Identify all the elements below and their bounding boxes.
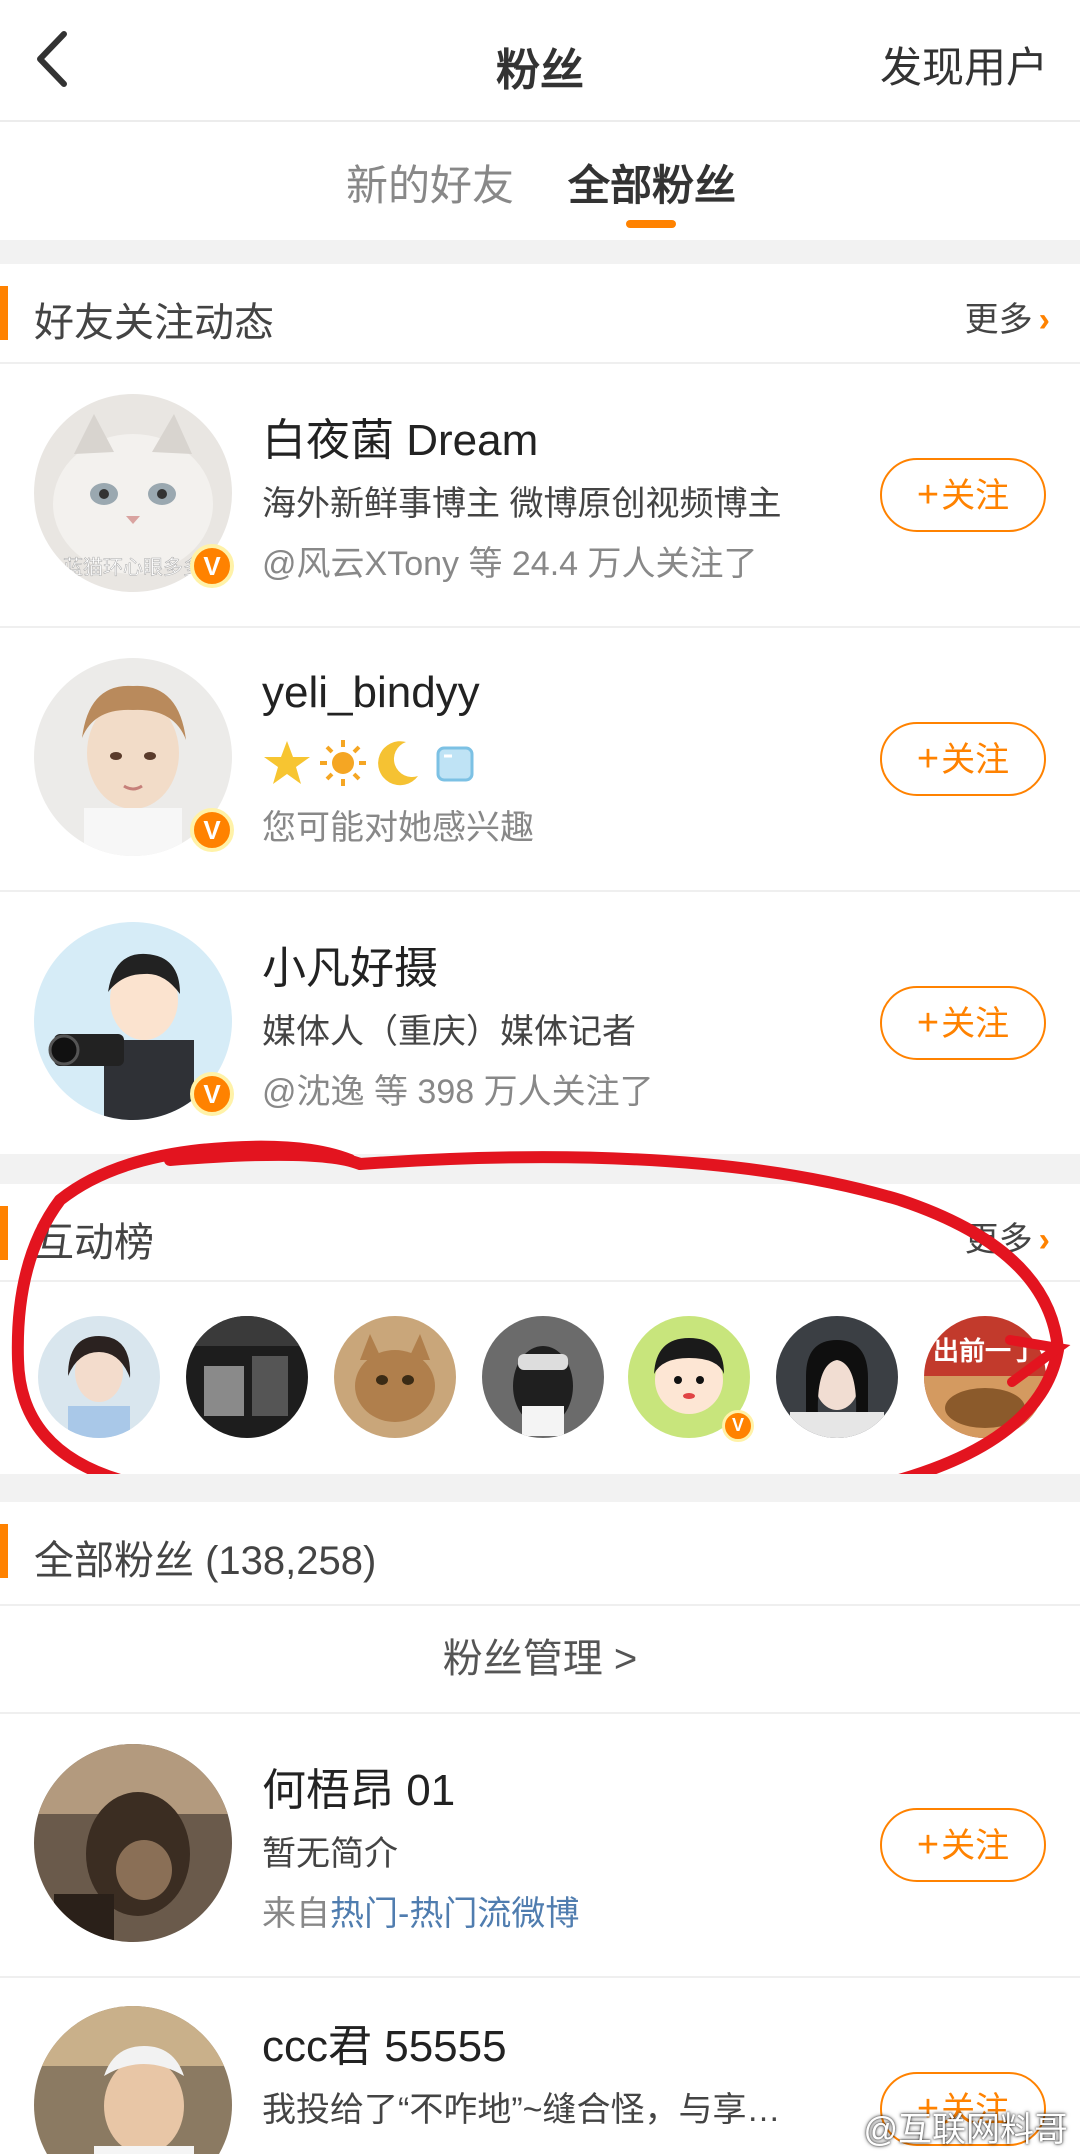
interaction-avatar-list: V 出前一丁 <box>0 1282 1080 1472</box>
user-description: 我投给了“不咋地”~缝合怪，与享… <box>262 2091 781 2129</box>
friend-row[interactable]: V yeli_bindyy 您可能对她感兴趣 +关注 <box>0 628 1080 890</box>
plus-icon: + <box>916 474 940 516</box>
all-fans-title: 全部粉丝 (138,258) <box>34 1539 377 1583</box>
interaction-avatar[interactable] <box>38 1316 160 1438</box>
user-description-emojis <box>262 738 480 794</box>
friend-row[interactable]: V 小凡好摄 媒体人（重庆）媒体记者 @沈逸 等 398 万人关注了 +关注 <box>0 892 1080 1154</box>
interaction-more-link[interactable]: 更多 › <box>965 1212 1050 1261</box>
friends-more-link[interactable]: 更多 › <box>965 292 1050 341</box>
avatar-caption: 蓝猫环心眼多多 <box>63 555 203 579</box>
plus-icon: + <box>916 1002 940 1044</box>
verified-badge-icon: V <box>190 544 234 588</box>
user-name[interactable]: yeli_bindyy <box>262 668 480 718</box>
star-icon <box>264 741 310 784</box>
interaction-avatar[interactable] <box>482 1316 604 1438</box>
verified-badge-icon: V <box>722 1410 754 1442</box>
interaction-ranking-title: 互动榜 <box>34 1221 154 1265</box>
verified-badge-icon: V <box>190 1072 234 1116</box>
fan-row[interactable]: 何梧昂 01 暂无简介 来自热门-热门流微博 +关注 <box>0 1714 1080 1976</box>
tab-all-fans[interactable]: 全部粉丝 <box>568 152 736 213</box>
interaction-avatar[interactable] <box>776 1316 898 1438</box>
tab-new-friends[interactable]: 新的好友 <box>346 152 514 213</box>
discover-users-button[interactable]: 发现用户 <box>880 34 1048 95</box>
user-name[interactable]: ccc君 55555 <box>262 2010 507 2074</box>
more-label: 更多 <box>964 301 1033 339</box>
chevron-right-icon: › <box>1038 301 1050 339</box>
interaction-avatar[interactable]: 出前一丁 <box>924 1316 1046 1438</box>
avatar-caption: 出前一丁 <box>933 1336 1037 1367</box>
section-gap <box>0 1154 1080 1184</box>
tab-bar: 新的好友 全部粉丝 <box>0 122 1080 240</box>
section-accent-bar <box>0 286 8 340</box>
nav-bar: 粉丝 发现用户 <box>0 0 1080 120</box>
fans-management-link[interactable]: 粉丝管理 > <box>0 1606 1080 1712</box>
interaction-avatar[interactable] <box>186 1316 308 1438</box>
active-tab-indicator <box>626 220 676 228</box>
user-description: 媒体人（重庆）媒体记者 <box>262 1013 636 1051</box>
follow-button[interactable]: +关注 <box>880 722 1046 796</box>
friends-activity-title: 好友关注动态 <box>34 301 274 345</box>
avatar[interactable] <box>34 1744 232 1942</box>
user-followed-by: @沈逸 等 398 万人关注了 <box>262 1073 654 1111</box>
user-source: 来自热门-热门流微博 <box>262 1886 579 1935</box>
user-name[interactable]: 何梧昂 01 <box>262 1754 455 1818</box>
more-label: 更多 <box>964 1221 1033 1259</box>
moon-icon <box>378 741 418 786</box>
user-followed-by: @风云XTony 等 24.4 万人关注了 <box>262 545 758 583</box>
interaction-ranking-header: 互动榜 更多 › <box>0 1184 1080 1282</box>
section-gap <box>0 240 1080 264</box>
follow-button[interactable]: +关注 <box>880 986 1046 1060</box>
follow-label: 关注 <box>941 1005 1010 1043</box>
follow-label: 关注 <box>941 741 1010 779</box>
source-prefix: 来自 <box>262 1895 330 1933</box>
follow-label: 关注 <box>941 1827 1010 1865</box>
plus-icon: + <box>916 1824 940 1866</box>
friend-row[interactable]: 蓝猫环心眼多多 V 白夜菌 Dream 海外新鲜事博主 微博原创视频博主 @风云… <box>0 364 1080 626</box>
section-accent-bar <box>0 1206 8 1260</box>
avatar[interactable] <box>34 2006 232 2154</box>
user-name[interactable]: 白夜菌 Dream <box>262 404 538 468</box>
follow-button[interactable]: +关注 <box>880 1808 1046 1882</box>
friends-activity-header: 好友关注动态 更多 › <box>0 264 1080 362</box>
follow-label: 关注 <box>941 477 1010 515</box>
user-description: 暂无简介 <box>262 1835 398 1873</box>
user-description: 海外新鲜事博主 微博原创视频博主 <box>262 485 782 523</box>
section-gap <box>0 1474 1080 1502</box>
interaction-avatar[interactable] <box>334 1316 456 1438</box>
follow-button[interactable]: +关注 <box>880 458 1046 532</box>
verified-badge-icon: V <box>190 808 234 852</box>
user-name[interactable]: 小凡好摄 <box>262 932 438 996</box>
section-accent-bar <box>0 1524 8 1578</box>
ice-cube-icon <box>436 746 474 782</box>
plus-icon: + <box>916 738 940 780</box>
all-fans-header: 全部粉丝 (138,258) <box>0 1502 1080 1604</box>
user-recommendation: 您可能对她感兴趣 <box>262 809 534 847</box>
sun-icon <box>320 740 366 786</box>
watermark: @互联网料哥 <box>863 2111 1068 2149</box>
chevron-right-icon: › <box>1038 1221 1050 1259</box>
source-link[interactable]: 热门-热门流微博 <box>330 1895 579 1933</box>
